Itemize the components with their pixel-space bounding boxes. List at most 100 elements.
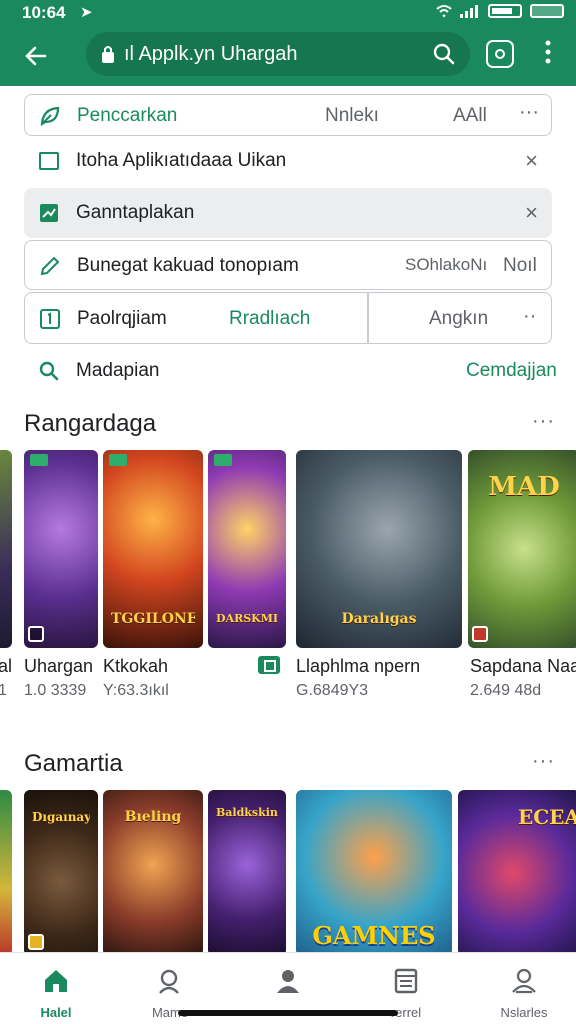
row-label: Ganntaplakan — [76, 202, 195, 223]
user-icon — [277, 970, 299, 993]
folder-icon — [39, 152, 59, 170]
nav-home[interactable]: Halel — [6, 963, 106, 1021]
game-stat: 2.649 48d — [470, 682, 542, 699]
leaf-icon — [40, 106, 60, 127]
wifi-icon — [436, 5, 452, 18]
back-button[interactable] — [18, 38, 54, 74]
game-card[interactable] — [24, 450, 98, 648]
game-name: Uhargan — [24, 656, 94, 676]
overflow-menu-button[interactable] — [538, 40, 558, 70]
game-card[interactable]: Dıgaınay — [24, 790, 98, 956]
game-card[interactable]: Baldkskinl — [208, 790, 286, 956]
row-right-link[interactable]: Cemdajjan — [466, 360, 557, 382]
row-divider — [367, 293, 369, 343]
section-title: Gamartia — [24, 750, 123, 777]
game-stat: G.6849Y3 — [296, 682, 369, 699]
row-right-text: Noıl — [503, 255, 537, 276]
status-bar: 10:64 ➤ — [0, 0, 576, 26]
row-more-icon[interactable]: ·· — [523, 305, 536, 328]
new-badge — [214, 454, 232, 466]
home-icon — [45, 970, 67, 992]
nav-account[interactable]: Nslarles — [474, 963, 574, 1021]
row-label: Bunegat kakuad tonopıam — [77, 255, 299, 276]
game-banner: ECEAR — [518, 805, 576, 829]
game-card[interactable]: ECEAR — [458, 790, 576, 956]
game-banner: Baldkskinl — [216, 806, 278, 819]
row-label: Paolrqjiam — [77, 308, 167, 329]
game-name: Sapdana Naa — [470, 656, 576, 676]
game-banner: TGGILONE — [111, 611, 195, 627]
game-card[interactable]: TGGILONE — [103, 450, 203, 648]
game-card[interactable]: GAMNES — [296, 790, 452, 956]
corner-badge-icon — [472, 626, 488, 642]
close-icon[interactable]: × — [525, 148, 538, 174]
nav-label: Nslarles — [500, 1005, 548, 1020]
search-icon[interactable] — [432, 42, 456, 66]
row-label: Itoha Aplikıatıdaaa Uikan — [76, 150, 287, 171]
book-icon — [394, 968, 418, 994]
row-more-icon[interactable]: ··· — [519, 101, 539, 124]
more-vertical-icon — [545, 40, 551, 64]
game-card[interactable]: DARSKMINE — [208, 450, 286, 648]
game-name: al — [0, 656, 13, 676]
status-indicators — [436, 4, 564, 18]
row-madapian[interactable]: Madapian Cemdajjan — [24, 350, 557, 392]
url-text: ıl Applk.yn Uhargah — [124, 43, 298, 65]
row-mid-text: SOhlakoNı — [405, 255, 488, 274]
game-card[interactable] — [0, 790, 12, 956]
row-bunegat[interactable]: Bunegat kakuad tonopıam SOhlakoNı Noıl — [24, 240, 552, 290]
game-name: Llaphlma npern — [296, 656, 421, 676]
row-right-text: AAll — [453, 105, 487, 126]
search-icon — [39, 361, 59, 381]
lock-icon — [102, 46, 114, 63]
location-arrow-icon: ➤ — [80, 4, 93, 21]
close-icon[interactable]: × — [525, 200, 538, 226]
game-stat: 1.0 3339 — [24, 682, 87, 699]
new-badge — [30, 454, 48, 466]
chart-square-icon — [40, 204, 58, 222]
corner-badge-icon — [28, 934, 44, 950]
game-card[interactable]: Daralıgas — [296, 450, 462, 648]
row-label: Madapian — [76, 360, 160, 381]
signal-icon — [460, 5, 478, 18]
account-icon — [512, 968, 536, 994]
row-label: Penccarkan — [77, 105, 178, 126]
game-card[interactable] — [0, 450, 12, 648]
home-indicator[interactable] — [178, 1010, 398, 1016]
game-name: Ktkokah — [103, 656, 169, 676]
row-itoha[interactable]: Itoha Aplikıatıdaaa Uikan × — [24, 140, 552, 182]
back-arrow-icon — [25, 46, 47, 66]
person-search-icon — [159, 969, 179, 994]
game-card[interactable]: MAD — [468, 450, 576, 648]
row-mid-text[interactable]: Rradlıach — [229, 308, 310, 330]
row-paolrqjiam[interactable]: Paolrqjiam Rradlıach Angkın ·· — [24, 292, 552, 344]
status-time: 10:64 — [22, 3, 66, 22]
one-square-icon — [40, 309, 60, 329]
row-ganntaplakan[interactable]: Ganntaplakan × — [24, 188, 552, 238]
row-penccarkan[interactable]: Penccarkan Nnlekı AAll ··· — [24, 94, 552, 136]
app-bar: ıl Applk.yn Uhargah — [0, 26, 576, 86]
installed-tag-icon — [258, 656, 280, 674]
battery-icon — [488, 4, 522, 18]
section-title: Rangardaga — [24, 410, 157, 437]
row-mid-text: Nnlekı — [325, 105, 379, 126]
game-banner: MAD — [488, 472, 560, 502]
url-bar[interactable]: ıl Applk.yn Uhargah — [86, 32, 470, 76]
game-art — [24, 450, 98, 648]
game-card[interactable]: Bıeling — [103, 790, 203, 956]
game-banner: DARSKMINE — [216, 612, 278, 625]
new-badge — [109, 454, 127, 466]
game-banner: GAMNES — [312, 921, 436, 950]
pencil-icon — [40, 256, 60, 276]
app-switch-icon — [495, 49, 505, 59]
section-more-icon[interactable]: ··· — [532, 410, 555, 433]
app-switch-button[interactable] — [486, 40, 514, 68]
game-banner: Daralıgas — [341, 611, 417, 627]
top-bar: 10:64 ➤ ıl Applk.yn Uhargah — [0, 0, 576, 86]
game-banner: Bıeling — [124, 809, 182, 825]
section-more-icon[interactable]: ··· — [532, 750, 555, 773]
nav-label: Halel — [40, 1005, 72, 1020]
game-banner: Dıgaınay — [32, 810, 90, 824]
game-art — [0, 450, 12, 648]
game-stat: 1 — [0, 682, 7, 699]
